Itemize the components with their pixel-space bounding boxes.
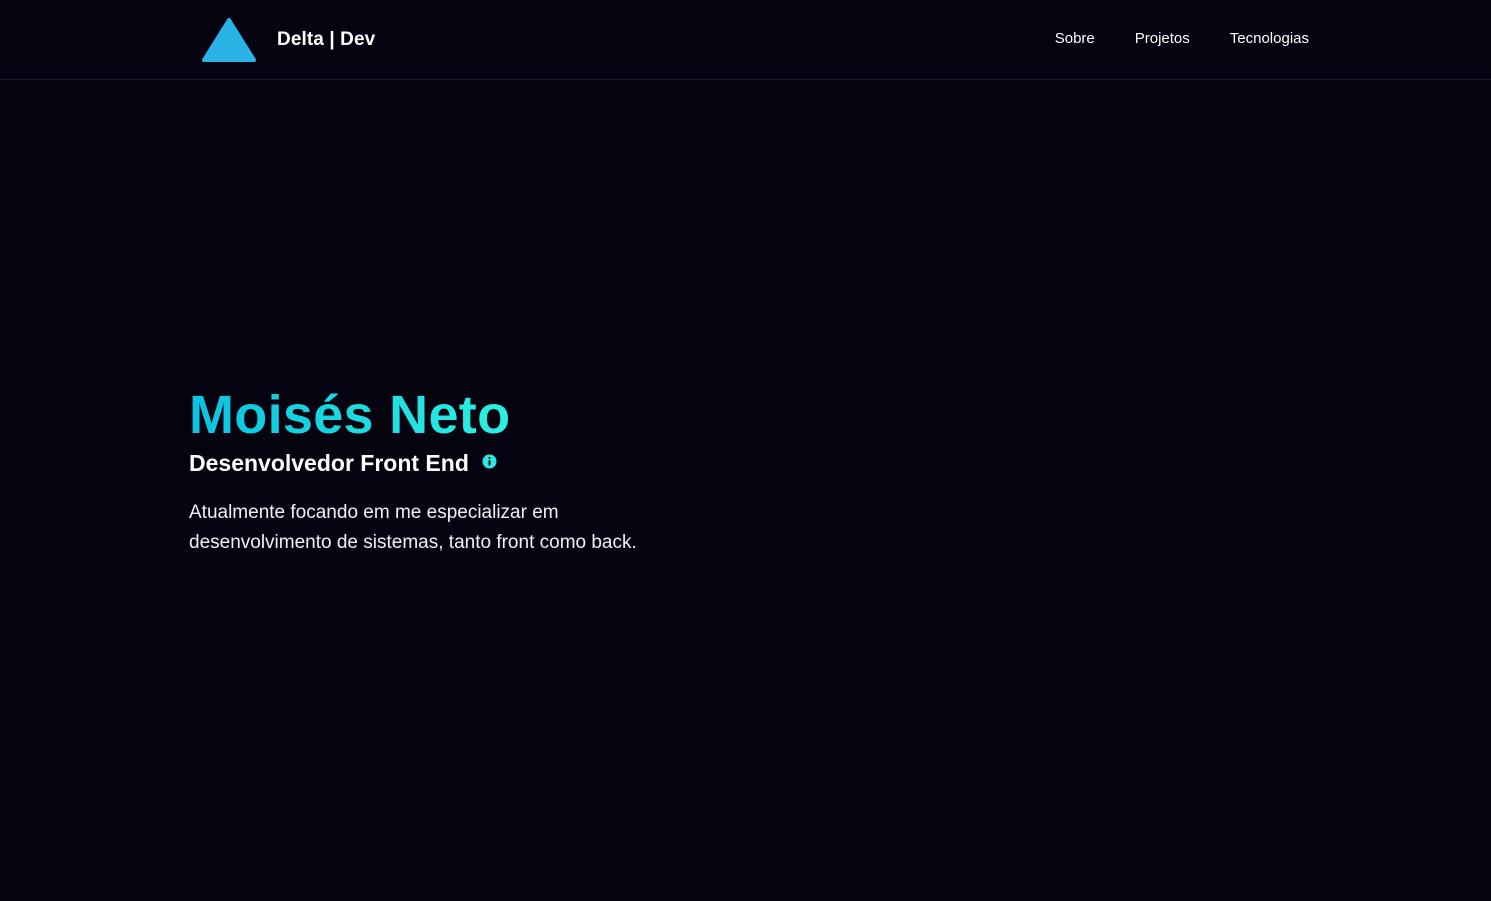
brand-link[interactable]: Delta | Dev [201,17,375,63]
page: Delta | Dev Sobre Projetos Tecnologias M… [0,0,1491,901]
hero-section: Moisés Neto Desenvolvedor Front End Atua… [189,384,709,558]
main-nav: Sobre Projetos Tecnologias [1055,30,1309,47]
nav-link-tecnologias[interactable]: Tecnologias [1230,30,1309,47]
hero-name: Moisés Neto [189,385,511,445]
hero-role: Desenvolvedor Front End [189,450,469,476]
role-row: Desenvolvedor Front End [189,448,709,478]
nav-link-projetos[interactable]: Projetos [1135,30,1190,47]
site-header: Delta | Dev Sobre Projetos Tecnologias [0,0,1491,80]
brand-name: Delta | Dev [277,29,376,50]
hero-description: Atualmente focando em me especializar em… [189,502,637,553]
info-icon[interactable] [482,453,497,469]
nav-link-sobre[interactable]: Sobre [1055,30,1095,47]
triangle-logo-icon [202,18,256,62]
